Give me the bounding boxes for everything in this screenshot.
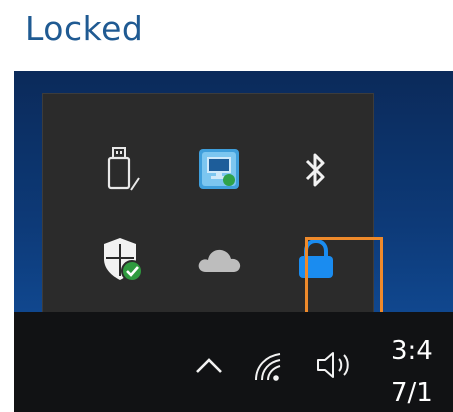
- onedrive-cloud-icon[interactable]: [183, 220, 255, 300]
- network-monitor-icon[interactable]: [183, 130, 255, 210]
- taskbar-clock[interactable]: 3:4 7/1: [391, 330, 453, 412]
- windows-screenshot: 3:4 7/1: [14, 71, 453, 412]
- volume-icon[interactable]: [310, 344, 362, 386]
- windows-security-icon[interactable]: [87, 220, 159, 300]
- bluetooth-icon[interactable]: [280, 130, 352, 210]
- tray-overflow-flyout: [42, 93, 383, 321]
- page-heading: Locked: [25, 9, 144, 48]
- clock-time: 3:4: [391, 336, 433, 366]
- lock-highlight-box: [305, 237, 383, 321]
- taskbar: 3:4 7/1: [14, 312, 453, 412]
- clock-date: 7/1: [391, 378, 433, 408]
- show-hidden-icons-chevron-icon[interactable]: [189, 348, 229, 384]
- wifi-icon[interactable]: [250, 346, 294, 386]
- usb-drive-icon[interactable]: [87, 130, 159, 210]
